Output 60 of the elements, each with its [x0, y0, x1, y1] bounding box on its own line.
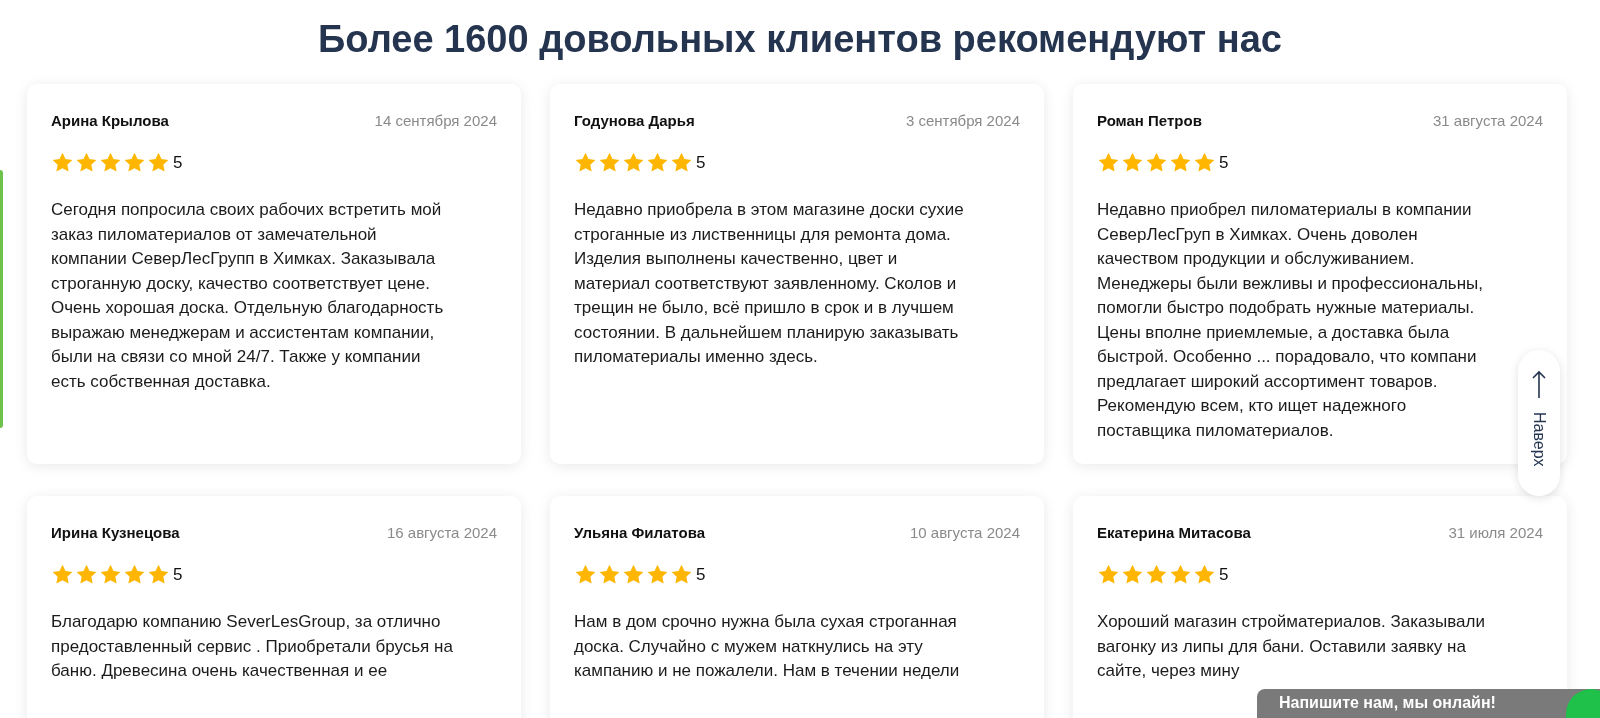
review-text: Недавно приобрел пиломатериалы в компании СеверЛесГруп в Химках. Очень доволен качеством продукции и обслуживанием. Менеджеры были вежливы и профессиональны, помогли быстро подобрать нужные материалы. Цены вполне приемлемые, а доставка была быстрой. Особенно ... порадовало, что компани предлагает широкий ассортимент товаров. Рекомендую всем, кто ищет надежного поставщика пиломатериалов. — [1097, 199, 1484, 442]
star-icon — [1097, 151, 1120, 174]
reviewer-name: Ульяна Филатова — [574, 524, 706, 541]
scroll-top-button[interactable]: Наверх — [1518, 350, 1560, 496]
star-icon — [1145, 563, 1168, 586]
star-icon — [646, 151, 669, 174]
star-icon — [75, 151, 98, 174]
side-panel-edge[interactable] — [0, 170, 3, 428]
review-date: 10 августа 2024 — [909, 524, 1020, 541]
star-icon — [622, 563, 645, 586]
review-date: 3 сентября 2024 — [905, 112, 1020, 129]
chat-widget[interactable]: Напишите нам, мы онлайн! — [1257, 689, 1600, 718]
section-heading: Более 1600 довольных клиентов рекомендуют нас — [317, 17, 1283, 62]
review-text: Сегодня попросила своих рабочих встретить мой заказ пиломатериалов от замечательной компании СеверЛесГрупп в Химках. Заказывала строганную доску, качество соответствует цене. Очень хорошая доска. Отдельную благодарность выражаю менеджерам и ассистентам компании, были на связи со мной 24/7. Также у компании есть собственная доставка. — [51, 199, 444, 393]
star-icon — [646, 563, 669, 586]
star-icon — [75, 563, 98, 586]
star-icon — [51, 151, 74, 174]
review-date: 14 сентября 2024 — [374, 112, 497, 129]
rating-value: 5 — [173, 152, 183, 173]
review-text: Нам в дом срочно нужна была сухая строганная доска. Случайно с мужем наткнулись на эту кампанию и не пожалели. Нам в течении недели — [574, 611, 960, 682]
star-icon — [147, 151, 170, 174]
star-icon — [147, 563, 170, 586]
star-icon — [1145, 151, 1168, 174]
rating-value: 5 — [173, 564, 183, 585]
reviewer-name: Роман Петров — [1097, 112, 1202, 129]
review-text: Недавно приобрела в этом магазине доски сухие строганные из лиственницы для ремонта дома. Изделия выполнены качественно, цвет и материал соответствуют заявленному. Сколов и трещин не было, всё пришло в срок и в лучшем состоянии. В дальнейшем планирую заказывать пиломатериалы именно здесь. — [574, 199, 964, 368]
reviewer-name: Ирина Кузнецова — [51, 524, 180, 541]
reviewer-name: Годунова Дарья — [574, 112, 695, 129]
star-icon — [1097, 563, 1120, 586]
star-icon — [622, 151, 645, 174]
rating-value: 5 — [696, 564, 706, 585]
review-date: 31 августа 2024 — [1432, 112, 1543, 129]
star-icon — [1169, 563, 1192, 586]
review-text: Хороший магазин стройматериалов. Заказывали вагонку из липы для бани. Оставили заявку на сайте, через мину — [1097, 611, 1485, 682]
rating-value: 5 — [1219, 152, 1229, 173]
chat-label: Напишите нам, мы онлайн! — [1279, 694, 1496, 711]
reviewer-name: Екатерина Митасова — [1097, 524, 1251, 541]
review-date: 16 августа 2024 — [386, 524, 497, 541]
reviewer-name: Арина Крылова — [51, 112, 169, 129]
arrow-up-icon — [1531, 370, 1547, 400]
star-icon — [1121, 151, 1144, 174]
star-icon — [670, 563, 693, 586]
star-icon — [1121, 563, 1144, 586]
star-icon — [99, 563, 122, 586]
star-icon — [598, 563, 621, 586]
rating-value: 5 — [696, 152, 706, 173]
star-icon — [51, 563, 74, 586]
review-date: 31 июля 2024 — [1448, 524, 1543, 541]
review-text: Благодарю компанию SeverLesGroup, за отлично предоставленный сервис . Приобретали брусья на баню. Древесина очень качественная и ее — [51, 611, 453, 682]
star-icon — [670, 151, 693, 174]
star-icon — [574, 563, 597, 586]
star-icon — [123, 563, 146, 586]
rating-value: 5 — [1219, 564, 1229, 585]
star-icon — [99, 151, 122, 174]
star-icon — [1193, 563, 1216, 586]
star-icon — [598, 151, 621, 174]
star-icon — [1193, 151, 1216, 174]
star-icon — [1169, 151, 1192, 174]
star-icon — [574, 151, 597, 174]
star-icon — [123, 151, 146, 174]
